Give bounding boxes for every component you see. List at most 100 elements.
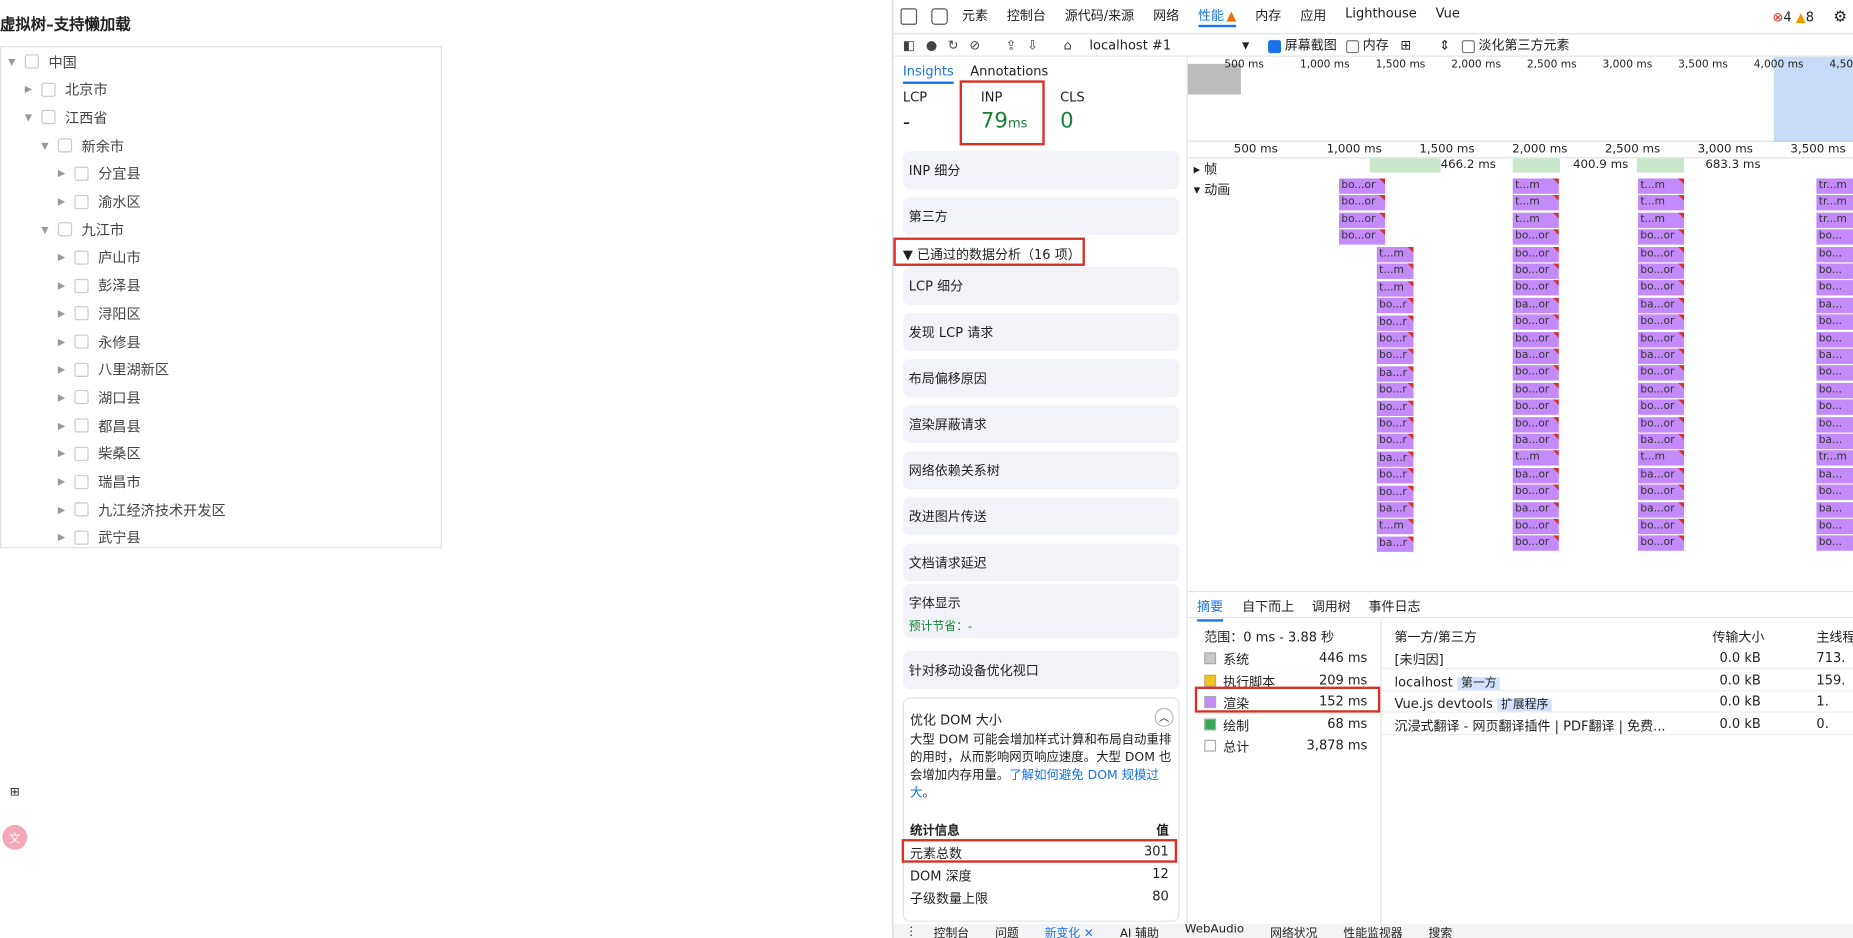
record-controls-icons[interactable]: ◧●↻⊘ ⇪⇩ ⌂ [903,37,1082,52]
animation-block[interactable]: t...m [1637,450,1686,467]
insight-card[interactable]: 文档请求延迟 [902,543,1180,582]
animation-block[interactable]: bo...or [1637,229,1686,245]
animation-block[interactable]: bo...or [1512,416,1560,433]
frame-bar[interactable] [1369,158,1441,173]
tree-checkbox[interactable] [74,194,89,209]
animation-block[interactable]: bo...or [1512,484,1560,501]
animation-block[interactable]: t...m [1637,178,1686,194]
tree-checkbox[interactable] [74,362,89,377]
error-warning-counts[interactable]: ⊗4 ▲8 [1772,9,1814,24]
animation-block[interactable]: t...m [1637,212,1686,228]
animation-block[interactable]: bo...or [1512,399,1560,416]
animation-block[interactable]: t...m [1637,195,1686,211]
translate-icon[interactable]: 文 [2,824,28,850]
tree-checkbox[interactable] [24,54,39,69]
tree-checkbox[interactable] [74,390,89,405]
insight-card[interactable]: LCP 细分 [902,267,1180,305]
animation-block[interactable]: bo... [1816,382,1853,399]
caret-right-icon[interactable]: ▶ [56,420,68,431]
target-select[interactable]: localhost #1 [1089,37,1171,52]
drawer-tab[interactable]: AI 辅助 [1120,924,1159,938]
animation-block[interactable]: ba...or [1637,501,1686,518]
animation-block[interactable]: bo...or [1512,263,1560,279]
caret-right-icon[interactable]: ▶ [56,532,68,543]
caret-right-icon[interactable]: ▶ [56,196,68,207]
animation-block[interactable]: tr...m [1816,450,1853,467]
animation-block[interactable]: bo...or [1338,229,1387,245]
tab-annotations[interactable]: Annotations [970,64,1048,79]
animation-block[interactable]: bo...or [1637,518,1686,535]
tree-node[interactable]: ▶ 北京市 [22,78,108,102]
animation-block[interactable]: bo...r [1376,417,1415,433]
animation-block[interactable]: bo...or [1637,535,1686,552]
details-tab[interactable]: 调用树 [1312,597,1351,616]
animation-block[interactable]: ba...or [1512,467,1560,484]
animation-block[interactable]: bo...or [1637,382,1686,399]
animation-block[interactable]: bo...or [1512,365,1560,382]
drawer-tab[interactable]: 性能监视器 [1343,924,1402,938]
font-display-card[interactable]: 字体显示 预计节省：- [902,583,1180,639]
tab-性能[interactable]: 性能 ▲ [1198,6,1237,28]
animation-block[interactable]: ba...or [1637,348,1686,364]
tab-控制台[interactable]: 控制台 [1007,6,1046,27]
tab-元素[interactable]: 元素 [962,6,988,27]
tree-checkbox[interactable] [74,530,89,545]
animation-block[interactable]: bo...or [1512,382,1560,399]
animation-block[interactable]: tr...m [1816,178,1853,194]
animation-block[interactable]: bo...r [1376,434,1415,450]
tree-checkbox[interactable] [57,138,73,153]
animation-block[interactable]: bo... [1816,535,1853,552]
animation-block[interactable]: tr...m [1816,195,1853,211]
insight-card[interactable]: 改进图片传送 [902,497,1180,536]
tree-checkbox[interactable] [41,82,56,97]
frame-bar[interactable] [1512,158,1560,173]
tree-checkbox[interactable] [74,334,89,349]
tree-node[interactable]: ▶ 湖口县 [56,386,141,410]
animation-block[interactable]: ba... [1816,297,1853,313]
animation-block[interactable]: bo...or [1512,518,1560,535]
tree-node[interactable]: ▶ 武宁县 [56,526,141,550]
dim-third-party-checkbox[interactable]: 淡化第三方元素 [1461,35,1569,54]
animation-block[interactable]: ba...or [1512,348,1560,364]
animation-block[interactable]: t...m [1512,195,1560,211]
tree-checkbox[interactable] [74,502,89,517]
tree-checkbox[interactable] [74,418,89,433]
caret-down-icon[interactable]: ▼ [6,56,18,67]
tree-node[interactable]: ▼ 中国 [6,50,77,74]
animation-block[interactable]: t...m [1512,212,1560,228]
animation-block[interactable]: ba...or [1637,467,1686,484]
frames-track-label[interactable]: ▸ 帧 [1194,160,1218,179]
animation-block[interactable]: ba... [1816,433,1853,450]
device-toolbar-icon[interactable] [931,8,948,25]
animation-block[interactable]: bo... [1816,518,1853,535]
animation-block[interactable]: bo... [1816,229,1853,245]
animation-block[interactable]: ba... [1816,467,1853,484]
animation-block[interactable]: bo...or [1637,399,1686,416]
animation-block[interactable]: bo...r [1376,383,1415,399]
tree-node[interactable]: ▶ 渝水区 [56,190,141,214]
animation-block[interactable]: t...m [1376,246,1415,263]
animation-block[interactable]: bo...or [1637,246,1686,262]
details-tab[interactable]: 事件日志 [1369,597,1421,616]
drawer-tab[interactable]: 新变化 ✕ [1045,924,1094,938]
animation-block[interactable]: bo...r [1376,400,1415,416]
tree-node[interactable]: ▶ 庐山市 [56,246,141,270]
caret-right-icon[interactable]: ▶ [56,336,68,347]
animation-block[interactable]: t...m [1376,519,1415,535]
tab-应用[interactable]: 应用 [1300,6,1326,27]
gc-icons[interactable]: ⊞ ⇕ [1401,37,1462,52]
animation-block[interactable]: bo... [1816,399,1853,416]
caret-right-icon[interactable]: ▶ [56,504,68,515]
animation-block[interactable]: ba...r [1376,536,1415,552]
caret-right-icon[interactable]: ▶ [56,476,68,487]
animation-block[interactable]: bo...r [1376,298,1415,314]
caret-right-icon[interactable]: ▶ [22,84,34,95]
tree-checkbox[interactable] [41,110,56,125]
animation-block[interactable]: ba...or [1512,433,1560,450]
animation-block[interactable]: ba...or [1637,433,1686,450]
tree-node[interactable]: ▶ 瑞昌市 [56,470,141,494]
caret-down-icon[interactable]: ▼ [22,112,34,123]
insight-card[interactable]: 网络依赖关系树 [902,451,1180,490]
tree-node[interactable]: ▶ 浔阳区 [56,302,141,326]
animation-block[interactable]: bo...r [1376,349,1415,365]
